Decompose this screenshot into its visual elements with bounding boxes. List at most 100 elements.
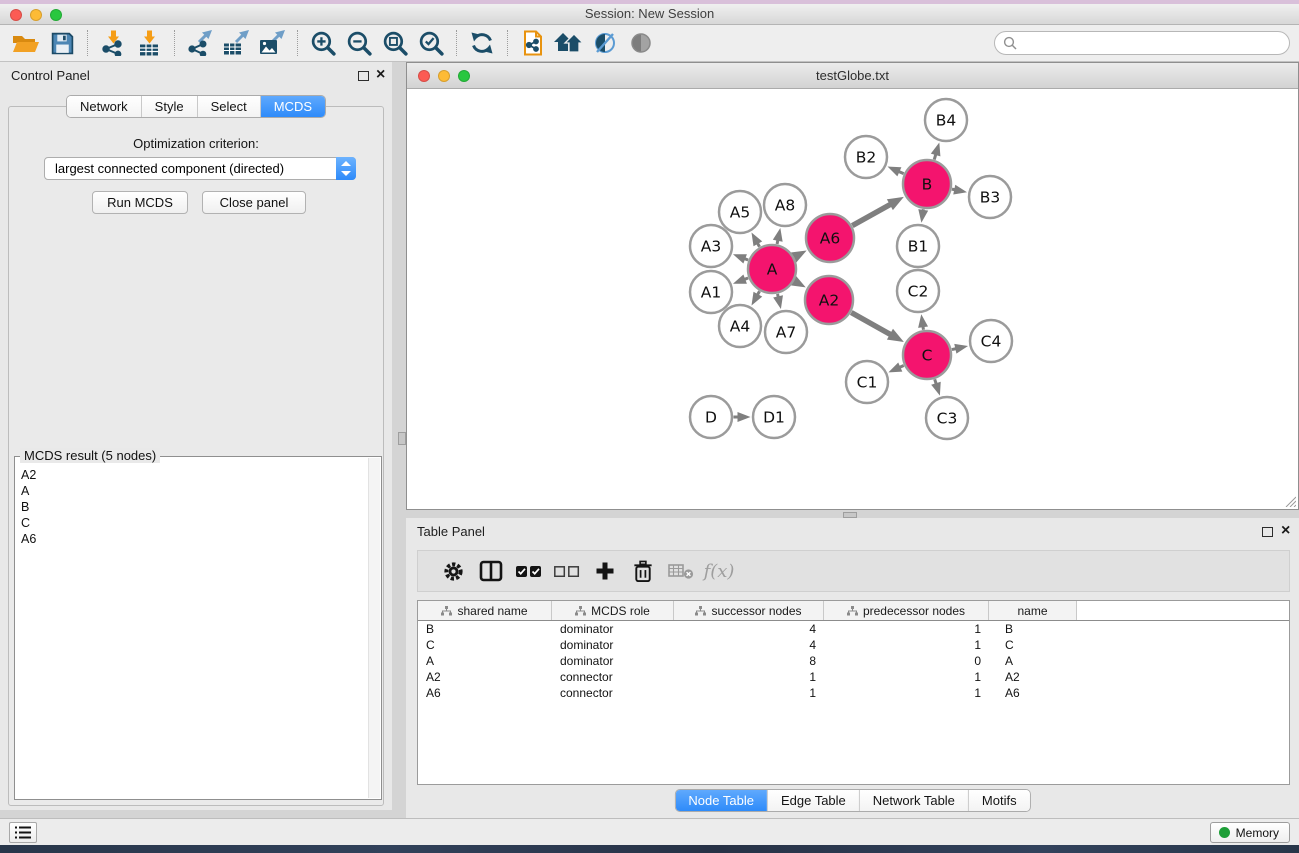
graph-node-label-C1: C1 (857, 374, 878, 392)
memory-button[interactable]: Memory (1210, 822, 1290, 843)
network-canvas[interactable]: AA1A2A3A4A5A6A7A8BB1B2B3B4CC1C2C3C4DD1 (407, 89, 1298, 509)
app-titlebar: Session: New Session (0, 4, 1299, 25)
search-input[interactable] (1022, 36, 1281, 51)
import-table-button[interactable] (131, 27, 167, 59)
close-panel-button[interactable]: × (376, 66, 385, 84)
control-panel-header: Control Panel × (0, 62, 392, 88)
table-row[interactable]: Adominator80A (418, 653, 1289, 669)
tab-mcds[interactable]: MCDS (260, 96, 325, 117)
toolbar-separator (87, 30, 88, 56)
eye-icon (628, 30, 654, 56)
graph-edge-arrowhead (752, 232, 763, 246)
home-network-button[interactable] (551, 27, 587, 59)
table-row[interactable]: A6connector11A6 (418, 685, 1289, 701)
close-table-panel-button[interactable]: × (1281, 522, 1290, 540)
criterion-select[interactable]: largest connected component (directed) (44, 157, 356, 180)
table-cell: 1 (674, 685, 824, 701)
float-panel-button[interactable] (358, 71, 369, 81)
graph-node-label-A7: A7 (776, 324, 796, 342)
table-cell: 1 (824, 637, 989, 653)
graph-node-label-B4: B4 (936, 112, 957, 130)
app-title: Session: New Session (0, 6, 1299, 21)
graph-edge-A6-B[interactable] (852, 204, 891, 226)
column-header-shared-name[interactable]: shared name (418, 601, 552, 620)
import-network-button[interactable] (95, 27, 131, 59)
tab-style[interactable]: Style (141, 96, 197, 117)
zoom-fit-button[interactable] (377, 27, 413, 59)
mcds-result-item[interactable]: A6 (21, 531, 367, 547)
result-scrollbar[interactable] (368, 458, 380, 798)
mcds-result-item[interactable]: A (21, 483, 367, 499)
search-field[interactable] (994, 31, 1290, 55)
tab-node-table[interactable]: Node Table (675, 790, 767, 811)
tab-network[interactable]: Network (67, 96, 141, 117)
zoom-out-button[interactable] (341, 27, 377, 59)
column-header-successor-nodes[interactable]: successor nodes (674, 601, 824, 620)
table-settings-button[interactable] (434, 555, 472, 587)
table-cell: 1 (824, 621, 989, 637)
mcds-result-item[interactable]: A2 (21, 467, 367, 483)
table-panel: Table Panel × (406, 518, 1299, 818)
graph-edge-arrowhead (888, 362, 902, 372)
toolbar-separator (507, 30, 508, 56)
export-network-button[interactable] (182, 27, 218, 59)
float-table-panel-button[interactable] (1262, 527, 1273, 537)
table-row[interactable]: Bdominator41B (418, 621, 1289, 637)
table-row[interactable]: Cdominator41C (418, 637, 1289, 653)
tab-select[interactable]: Select (197, 96, 260, 117)
column-header-MCDS-role[interactable]: MCDS role (552, 601, 674, 620)
network-window-titlebar[interactable]: testGlobe.txt (407, 63, 1298, 89)
splitter-handle[interactable] (398, 432, 406, 445)
graph-node-label-C4: C4 (981, 333, 1002, 351)
create-column-button[interactable] (586, 555, 624, 587)
delete-column-button[interactable] (624, 555, 662, 587)
open-file-button[interactable] (8, 27, 44, 59)
zoom-selected-button[interactable] (413, 27, 449, 59)
export-table-button[interactable] (218, 27, 254, 59)
select-all-button[interactable] (510, 555, 548, 587)
tab-motifs[interactable]: Motifs (968, 790, 1030, 811)
table-cell: 4 (674, 637, 824, 653)
close-panel-button-mcds[interactable]: Close panel (202, 191, 306, 214)
toggle-columns-button[interactable] (472, 555, 510, 587)
hide-selected-button[interactable] (587, 27, 623, 59)
search-icon (1003, 36, 1017, 50)
graph-edge-A2-C[interactable] (851, 312, 891, 335)
mcds-result-box: MCDS result (5 nodes) A2ABCA6 (14, 456, 382, 800)
show-all-button[interactable] (623, 27, 659, 59)
deselect-all-button[interactable] (548, 555, 586, 587)
refresh-button[interactable] (464, 27, 500, 59)
table-cell: B (418, 621, 552, 637)
hierarchy-icon (847, 606, 858, 616)
mcds-result-item[interactable]: B (21, 499, 367, 515)
table-cell: B (989, 621, 1077, 637)
delete-table-button[interactable] (662, 555, 700, 587)
save-session-button[interactable] (44, 27, 80, 59)
graph-edge-arrowhead (887, 197, 904, 210)
table-cell: connector (552, 669, 674, 685)
main-toolbar (0, 25, 1299, 62)
column-header-label: shared name (457, 604, 527, 618)
copy-network-icon (520, 30, 546, 56)
export-image-button[interactable] (254, 27, 290, 59)
tab-network-table[interactable]: Network Table (859, 790, 968, 811)
column-header-predecessor-nodes[interactable]: predecessor nodes (824, 601, 989, 620)
function-builder-button[interactable]: f(x) (700, 555, 738, 587)
resize-grip-icon[interactable] (1283, 494, 1296, 507)
table-panel-header: Table Panel × (406, 518, 1299, 544)
run-mcds-button[interactable]: Run MCDS (92, 191, 188, 214)
task-history-button[interactable] (9, 822, 37, 843)
duplicate-network-button[interactable] (515, 27, 551, 59)
gear-icon (442, 560, 465, 583)
column-header-name[interactable]: name (989, 601, 1077, 620)
mcds-result-item[interactable]: C (21, 515, 367, 531)
zoom-in-button[interactable] (305, 27, 341, 59)
table-row[interactable]: A2connector11A2 (418, 669, 1289, 685)
tab-edge-table[interactable]: Edge Table (767, 790, 859, 811)
hierarchy-icon (695, 606, 706, 616)
fx-icon: f(x) (704, 561, 735, 582)
table-cell: A6 (418, 685, 552, 701)
trash-icon (632, 560, 654, 583)
graph-edge-arrowhead (931, 143, 941, 157)
plus-icon (595, 561, 615, 581)
